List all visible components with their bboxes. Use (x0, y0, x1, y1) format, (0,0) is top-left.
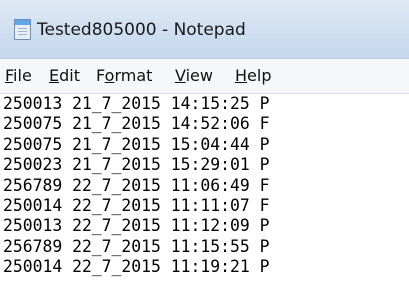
menu-file[interactable]: File (5, 66, 32, 86)
notepad-window: Tested805000 - Notepad File Edit Format … (0, 0, 409, 306)
menu-format[interactable]: Format (96, 66, 152, 86)
window-title: Tested805000 - Notepad (37, 20, 246, 40)
text-line: 250013 22_7_2015 11:12:09 P (3, 216, 270, 236)
text-line: 250075 21_7_2015 15:04:44 P (3, 134, 270, 154)
text-line: 256789 22_7_2015 11:15:55 P (3, 236, 270, 256)
text-line: 250075 21_7_2015 14:52:06 F (3, 114, 270, 134)
menu-view[interactable]: View (175, 66, 213, 86)
text-line: 250023 21_7_2015 15:29:01 P (3, 155, 270, 175)
notepad-icon (14, 19, 31, 40)
text-editor-area[interactable]: 250013 21_7_2015 14:15:25 P 250075 21_7_… (0, 94, 409, 306)
menu-edit[interactable]: Edit (49, 66, 80, 86)
text-line: 250013 21_7_2015 14:15:25 P (3, 94, 270, 113)
text-line: 250014 22_7_2015 11:11:07 F (3, 196, 270, 215)
title-bar[interactable]: Tested805000 - Notepad (0, 0, 409, 59)
menu-bar: File Edit Format View Help (0, 59, 409, 94)
text-line: 256789 22_7_2015 11:06:49 F (3, 175, 270, 195)
menu-help[interactable]: Help (235, 66, 271, 86)
text-line: 250014 22_7_2015 11:19:21 P (3, 257, 270, 277)
